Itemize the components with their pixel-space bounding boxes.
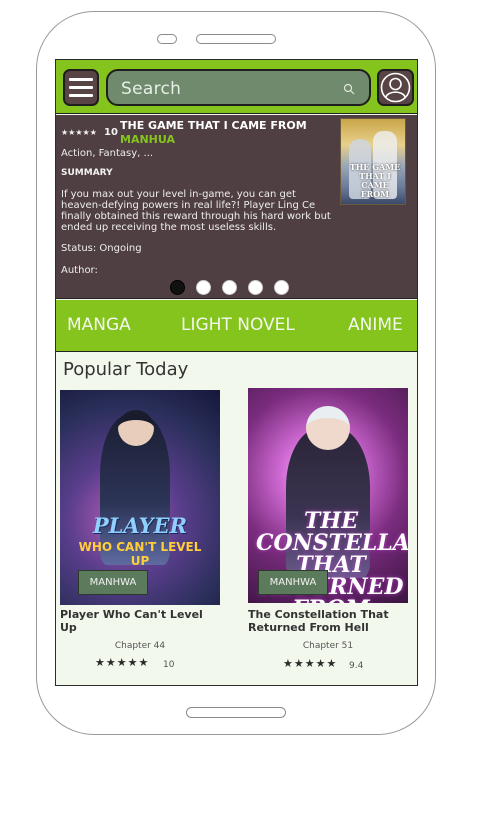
- star-icon: ★: [127, 657, 138, 669]
- type-badge: MANHWA: [258, 570, 328, 595]
- star-icon: ★: [68, 128, 76, 137]
- star-icon: ★: [89, 128, 97, 137]
- hamburger-icon: [69, 78, 93, 81]
- profile-button[interactable]: [377, 69, 414, 106]
- summary-text: If you max out your level in-game, you c…: [61, 189, 331, 233]
- search-icon[interactable]: [343, 83, 355, 95]
- carousel-dots: [170, 280, 289, 295]
- star-icon: ★: [75, 128, 83, 137]
- featured-genres: Action, Fantasy, ...: [61, 148, 154, 159]
- carousel-dot[interactable]: [274, 280, 289, 295]
- card-chapter[interactable]: Chapter 44: [60, 641, 220, 651]
- card-rating: 10: [163, 660, 175, 670]
- app-screen: Search ★ ★ ★ ★ ★ 10 THE GAME THAT I CAME…: [55, 59, 418, 686]
- featured-stars: ★ ★ ★ ★ ★: [61, 129, 97, 137]
- tab-light-novel[interactable]: LIGHT NOVEL: [181, 315, 295, 335]
- camera-dot: [157, 34, 177, 44]
- card-title[interactable]: The Constellation That Returned From Hel…: [248, 608, 408, 634]
- tab-anime[interactable]: ANIME: [348, 315, 403, 335]
- star-icon: ★: [315, 658, 326, 670]
- hamburger-icon: [69, 86, 93, 89]
- summary-heading: SUMMARY: [61, 168, 113, 178]
- star-icon: ★: [95, 657, 105, 669]
- carousel-dot[interactable]: [248, 280, 263, 295]
- featured-cover[interactable]: THE GAME THAT I CAME FROM: [340, 118, 406, 205]
- user-icon: [380, 72, 411, 103]
- featured-carousel[interactable]: ★ ★ ★ ★ ★ 10 THE GAME THAT I CAME FROM M…: [56, 115, 417, 299]
- top-bar: Search: [56, 60, 417, 114]
- cover-title: PLAYER: [92, 513, 188, 538]
- star-icon: ★: [116, 657, 127, 669]
- card-rating: 9.4: [349, 661, 364, 671]
- speaker-slot: [196, 34, 276, 44]
- card-cover[interactable]: THE CONSTELLATION THAT RETURNED FROM HEL…: [248, 388, 408, 603]
- featured-status: Status: Ongoing: [61, 243, 142, 254]
- star-icon: ★: [304, 658, 315, 670]
- category-tabs: MANGA LIGHT NOVEL ANIME: [56, 300, 417, 352]
- menu-button[interactable]: [63, 69, 99, 106]
- search-placeholder: Search: [121, 79, 182, 99]
- featured-cover-text: THE GAME THAT I CAME FROM: [349, 162, 401, 199]
- card-chapter[interactable]: Chapter 51: [248, 641, 408, 651]
- carousel-dot[interactable]: [170, 280, 185, 295]
- cover-subtitle: WHO CAN'T LEVEL UP: [78, 540, 202, 568]
- featured-type: MANHUA: [120, 133, 175, 146]
- card-stars: ★ ★ ★ ★ ★: [95, 657, 149, 669]
- section-title: Popular Today: [63, 359, 189, 380]
- star-icon: ★: [61, 128, 69, 137]
- hamburger-icon: [69, 94, 93, 97]
- featured-title[interactable]: THE GAME THAT I CAME FROM: [120, 119, 307, 132]
- home-button[interactable]: [186, 707, 286, 718]
- type-badge: MANHWA: [78, 570, 148, 595]
- card-cover[interactable]: PLAYER WHO CAN'T LEVEL UP MANHWA: [60, 390, 220, 605]
- featured-rating: 10: [104, 127, 118, 138]
- featured-author: Author:: [61, 265, 98, 276]
- search-input[interactable]: Search: [106, 69, 371, 106]
- star-icon: ★: [326, 658, 337, 670]
- carousel-dot[interactable]: [196, 280, 211, 295]
- star-icon: ★: [283, 658, 293, 670]
- card-title[interactable]: Player Who Can't Level Up: [60, 608, 220, 634]
- tab-manga[interactable]: MANGA: [67, 315, 131, 335]
- star-icon: ★: [138, 657, 149, 669]
- carousel-dot[interactable]: [222, 280, 237, 295]
- card-stars: ★ ★ ★ ★ ★: [283, 658, 337, 670]
- star-icon: ★: [293, 658, 304, 670]
- star-icon: ★: [105, 657, 116, 669]
- star-icon: ★: [82, 128, 90, 137]
